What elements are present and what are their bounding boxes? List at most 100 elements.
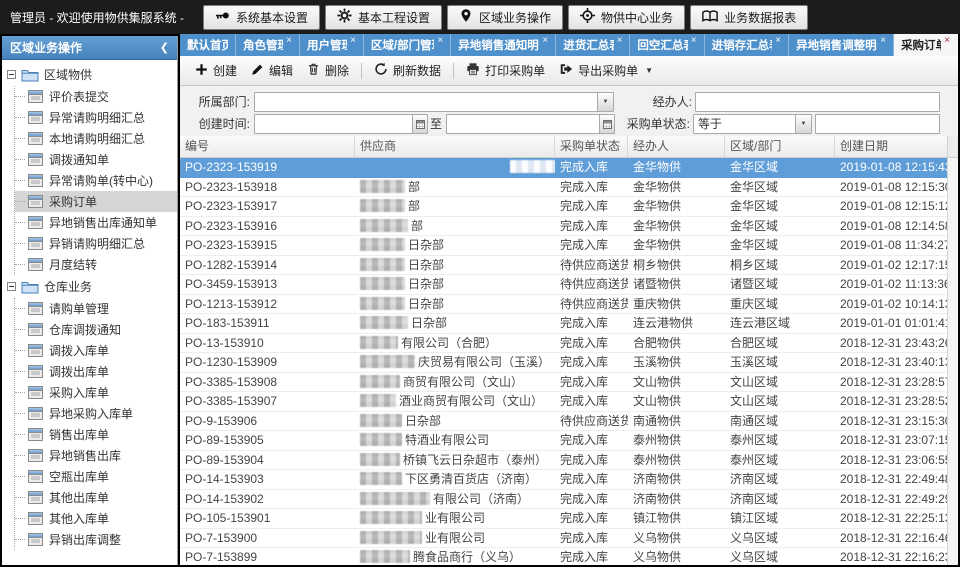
table-row[interactable]: PO-2323-153916 部 完成入库 金华物供 金华区域 2019-01-… (180, 217, 947, 237)
column-header-region[interactable]: 区域/部门 (725, 136, 835, 157)
tree-item[interactable]: 本地请购明细汇总 (15, 128, 177, 149)
date-to-input[interactable] (446, 114, 615, 134)
table-row[interactable]: PO-9-153906 日杂部 待供应商送货 南通物供 南通区域 2018-12… (180, 412, 947, 432)
tree-item[interactable]: 异常请购明细汇总 (15, 107, 177, 128)
tab[interactable]: 用户管理 × (300, 34, 364, 56)
tree-item[interactable]: 请购单管理 (15, 298, 177, 319)
tree-item[interactable]: 其他入库单 (15, 508, 177, 529)
tab[interactable]: 区域/部门管理 × (364, 34, 451, 56)
column-header-id[interactable]: 编号 (180, 136, 355, 157)
tree-item[interactable]: 采购入库单 (15, 382, 177, 403)
menu-business-reports[interactable]: 业务数据报表 (690, 5, 808, 30)
tree-item[interactable]: 空瓶出库单 (15, 466, 177, 487)
menu-system-settings[interactable]: 系统基本设置 (203, 5, 320, 30)
cell-created-date: 2018-12-31 23:43:26 (835, 334, 947, 353)
table-row[interactable]: PO-3385-153908 商贸有限公司（文山） 完成入库 文山物供 文山区域… (180, 373, 947, 393)
tab[interactable]: 角色管理 × (236, 34, 300, 56)
print-button[interactable]: 打印采购单 (459, 59, 552, 82)
tree-item[interactable]: 月度结转 (15, 254, 177, 275)
refresh-button[interactable]: 刷新数据 (367, 59, 448, 82)
cell-region: 泰州区域 (725, 431, 835, 450)
tab[interactable]: 进销存汇总表 × (705, 34, 789, 56)
cell-agent: 泰州物供 (628, 451, 725, 470)
menu-engineering-settings[interactable]: 基本工程设置 (325, 5, 442, 30)
column-header-status[interactable]: 采购单状态 (555, 136, 628, 157)
tab-close-icon[interactable]: × (944, 37, 950, 45)
table-row[interactable]: PO-183-153911 日杂部 完成入库 连云港物供 连云港区域 2019-… (180, 314, 947, 334)
table-row[interactable]: PO-1213-153912 日杂部 待供应商送货 重庆物供 重庆区域 2019… (180, 295, 947, 315)
tree-item[interactable]: 异销出库调整 (15, 529, 177, 550)
tree-item[interactable]: 其他出库单 (15, 487, 177, 508)
status-label: 采购单状态: (612, 114, 690, 134)
status-op-combo[interactable]: 等于 ▼ (693, 114, 812, 134)
tab-close-icon[interactable]: × (775, 37, 781, 45)
dropdown-arrow-icon[interactable]: ▼ (597, 93, 613, 111)
tree-item[interactable]: 异常请购单(转中心) (15, 170, 177, 191)
tree-folder[interactable]: 仓库业务 (2, 275, 177, 298)
tree-item[interactable]: 销售出库单 (15, 424, 177, 445)
collapse-toggle-icon[interactable] (7, 70, 16, 79)
status-value-input[interactable] (815, 114, 940, 134)
edit-button[interactable]: 编辑 (244, 59, 300, 82)
tree-item[interactable]: 调拨入库单 (15, 340, 177, 361)
table-row[interactable]: PO-3459-153913 日杂部 待供应商送货 诸暨物供 诸暨区域 2019… (180, 275, 947, 295)
tab-close-icon[interactable]: × (880, 37, 886, 45)
tree-item[interactable]: 采购订单 (15, 191, 177, 212)
tab[interactable]: 采购订单 × (894, 34, 958, 56)
tab-close-icon[interactable]: × (542, 37, 548, 45)
column-header-date[interactable]: 创建日期 (835, 136, 958, 157)
date-from-input[interactable] (254, 114, 428, 134)
tree-item[interactable]: 异销请购明细汇总 (15, 233, 177, 254)
table-row[interactable]: PO-89-153904 桥镇飞云日杂超市（泰州） 完成入库 泰州物供 泰州区域… (180, 451, 947, 471)
table-row[interactable]: PO-14-153903 下区勇清百货店（济南） 完成入库 济南物供 济南区域 … (180, 470, 947, 490)
table-row[interactable]: PO-1282-153914 日杂部 待供应商送货 桐乡物供 桐乡区域 2019… (180, 256, 947, 276)
table-row[interactable]: PO-89-153905 特酒业有限公司 完成入库 泰州物供 泰州区域 2018… (180, 431, 947, 451)
table-row[interactable]: PO-14-153902 有限公司（济南） 完成入库 济南物供 济南区域 201… (180, 490, 947, 510)
table-row[interactable]: PO-3385-153907 酒业商贸有限公司（文山） 完成入库 文山物供 文山… (180, 392, 947, 412)
menu-supply-center[interactable]: 物供中心业务 (568, 5, 685, 30)
export-button[interactable]: 导出采购单 ▼ (552, 59, 660, 82)
delete-button[interactable]: 删除 (300, 59, 356, 82)
tab[interactable]: 异地销售通知明细 × (451, 34, 556, 56)
tree-item[interactable]: 异地采购入库单 (15, 403, 177, 424)
column-header-agent[interactable]: 经办人 (628, 136, 725, 157)
tree-item[interactable]: 仓库调拨通知 (15, 319, 177, 340)
tab[interactable]: 默认首页 × (180, 34, 236, 56)
tree-item[interactable]: 调拨通知单 (15, 149, 177, 170)
tab-close-icon[interactable]: × (437, 37, 443, 45)
plus-icon (195, 63, 208, 79)
table-row[interactable]: PO-2323-153917 部 完成入库 金华物供 金华区域 2019-01-… (180, 197, 947, 217)
tree-item[interactable]: 评价表提交 (15, 86, 177, 107)
menu-regional-operations[interactable]: 区域业务操作 (447, 5, 563, 30)
create-button[interactable]: 创建 (188, 59, 244, 82)
collapse-sidebar-icon[interactable]: ❮ (160, 41, 169, 54)
tab-close-icon[interactable]: × (617, 37, 623, 45)
table-row[interactable]: PO-7-153899 腾食品商行（义乌） 完成入库 义乌物供 义乌区域 201… (180, 548, 947, 565)
dropdown-arrow-icon[interactable]: ▼ (795, 115, 811, 133)
table-row[interactable]: PO-1230-153909 庆贸易有限公司（玉溪） 完成入库 玉溪物供 玉溪区… (180, 353, 947, 373)
tree-item[interactable]: 异地销售出库通知单 (15, 212, 177, 233)
calendar-icon[interactable] (412, 115, 427, 133)
table-row[interactable]: PO-105-153901 业有限公司 完成入库 镇江物供 镇江区域 2018-… (180, 509, 947, 529)
tree-item[interactable]: 异地销售出库 (15, 445, 177, 466)
crosshair-icon (580, 8, 595, 26)
tab[interactable]: 异地销售调整明细 × (789, 34, 894, 56)
tab-close-icon[interactable]: × (350, 37, 356, 45)
cell-created-date: 2018-12-31 22:16:23 (835, 548, 947, 565)
table-row[interactable]: PO-7-153900 业有限公司 完成入库 义乌物供 义乌区域 2018-12… (180, 529, 947, 549)
dept-combo[interactable]: ▼ (254, 92, 614, 112)
column-header-supplier[interactable]: 供应商 (355, 136, 555, 157)
table-row[interactable]: PO-2323-153919 腾食品商行（金华） 完成入库 金华物供 金华区域 … (180, 158, 947, 178)
collapse-toggle-icon[interactable] (7, 282, 16, 291)
table-row[interactable]: PO-2323-153918 部 完成入库 金华物供 金华区域 2019-01-… (180, 178, 947, 198)
tab[interactable]: 回空汇总表 × (630, 34, 704, 56)
table-row[interactable]: PO-2323-153915 日杂部 完成入库 金华物供 金华区域 2019-0… (180, 236, 947, 256)
tab[interactable]: 进货汇总表 × (556, 34, 630, 56)
tab-close-icon[interactable]: × (286, 37, 292, 45)
tree-folder[interactable]: 区域物供 (2, 63, 177, 86)
table-row[interactable]: PO-13-153910 有限公司（合肥） 完成入库 合肥物供 合肥区域 201… (180, 334, 947, 354)
tab-close-icon[interactable]: × (691, 37, 697, 45)
tree-item[interactable]: 调拨出库单 (15, 361, 177, 382)
vertical-scrollbar[interactable] (947, 158, 958, 565)
agent-input[interactable] (695, 92, 940, 112)
